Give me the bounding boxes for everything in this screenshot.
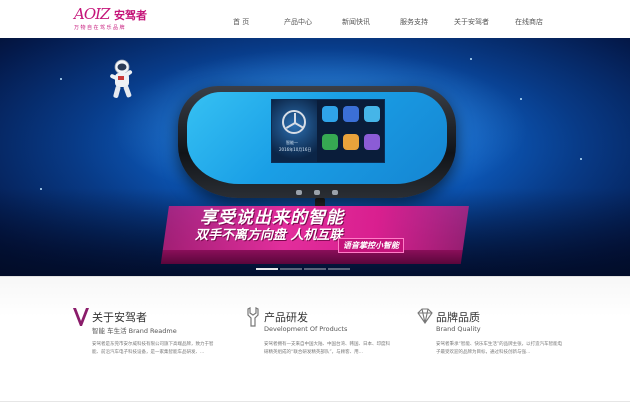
nav-item-support[interactable]: 服务支持 — [400, 17, 428, 27]
nav-item-store[interactable]: 在线商店 — [515, 17, 543, 27]
star-sparkle — [470, 58, 472, 60]
mirror-button — [332, 190, 338, 195]
rnd-title: 产品研发 — [264, 311, 308, 324]
settings-app-icon — [364, 134, 380, 150]
mirror-button — [314, 190, 320, 195]
carousel-dot[interactable] — [256, 268, 278, 270]
quality-title: 品牌品质 — [436, 311, 480, 324]
quality-column[interactable]: 品牌品质 Brand Quality 安驾者秉承“智能、快乐车生活”的品牌主张，… — [416, 306, 566, 406]
screen-label: 智能一 — [286, 140, 298, 145]
v-letter-icon — [73, 308, 89, 326]
logo-slogan: 万物自在驾乐品牌 — [74, 25, 127, 31]
mirror-glass: 智能一 2016年10月16日 — [187, 92, 447, 184]
logo-brand-name: 安驾者 — [114, 9, 147, 22]
rnd-subtitle: Development Of Products — [264, 325, 348, 333]
carousel-dot[interactable] — [328, 268, 350, 270]
site-header: AOIZ 安驾者 万物自在驾乐品牌 首 页 产品中心 新闻快讯 服务支持 关于安… — [0, 0, 630, 38]
screen-app-grid — [320, 104, 384, 160]
mirror-screen: 智能一 2016年10月16日 — [271, 99, 385, 163]
weather-app-icon — [364, 106, 380, 122]
hero-banner[interactable]: 智能一 2016年10月16日 享受说出来的智能 双手不离方向盘 人机互联 — [0, 38, 630, 276]
quality-subtitle: Brand Quality — [436, 325, 481, 333]
about-title: 关于安驾者 — [92, 311, 147, 324]
browser-app-icon — [343, 106, 359, 122]
banner-tagline: 语音掌控小智能 — [338, 238, 404, 253]
platform-side — [160, 250, 463, 264]
screen-date: 2016年10月16日 — [279, 147, 312, 152]
rnd-column[interactable]: 产品研发 Development Of Products 安驾者拥有一支来自中国… — [244, 306, 394, 406]
nav-item-about[interactable]: 关于安驾者 — [454, 17, 489, 27]
carousel-dot[interactable] — [280, 268, 302, 270]
star-sparkle — [520, 98, 522, 100]
nav-item-home[interactable]: 首 页 — [233, 17, 249, 27]
quality-text: 安驾者秉承“智能、快乐车生活”的品牌主张，以打造汽车智能电子最受欢迎的品牌为目标… — [436, 342, 563, 355]
screen-logo-panel: 智能一 2016年10月16日 — [272, 100, 317, 162]
astronaut-illustration — [110, 59, 133, 98]
logo-mark: AOIZ — [74, 5, 110, 23]
wrench-icon — [247, 307, 259, 327]
info-section: 关于安驾者 智能 车生活 Brand Readme 安驾者是东莞市安尔威科技有限… — [0, 276, 630, 410]
star-sparkle — [60, 78, 62, 80]
star-sparkle — [580, 158, 582, 160]
camera-app-icon — [343, 134, 359, 150]
about-text: 安驾者是东莞市安尔威科技有限公司旗下高端品牌，致力于智能、前沿汽车电子科技设备，… — [92, 342, 214, 355]
diamond-icon — [417, 308, 433, 324]
smart-mirror-product: 智能一 2016年10月16日 — [178, 86, 456, 198]
banner-subheadline: 双手不离方向盘 人机互联 — [195, 228, 343, 243]
carousel-dot[interactable] — [304, 268, 326, 270]
nav-item-news[interactable]: 新闻快讯 — [342, 17, 370, 27]
about-subtitle: 智能 车生活 Brand Readme — [92, 327, 177, 335]
nav-item-products[interactable]: 产品中心 — [284, 17, 312, 27]
section-divider — [0, 276, 630, 277]
music-app-icon — [322, 134, 338, 150]
site-logo[interactable]: AOIZ 安驾者 万物自在驾乐品牌 — [74, 5, 164, 33]
about-column[interactable]: 关于安驾者 智能 车生活 Brand Readme 安驾者是东莞市安尔威科技有限… — [72, 306, 222, 406]
navigation-app-icon — [322, 106, 338, 122]
rnd-text: 安驾者拥有一支来自中国大陆、中国台湾、韩国、日本、印度科研精英组成的“联合研发精… — [264, 342, 390, 355]
mercedes-logo-icon — [282, 110, 306, 134]
star-sparkle — [40, 188, 42, 190]
footer-strip — [0, 401, 630, 410]
mirror-button — [296, 190, 302, 195]
